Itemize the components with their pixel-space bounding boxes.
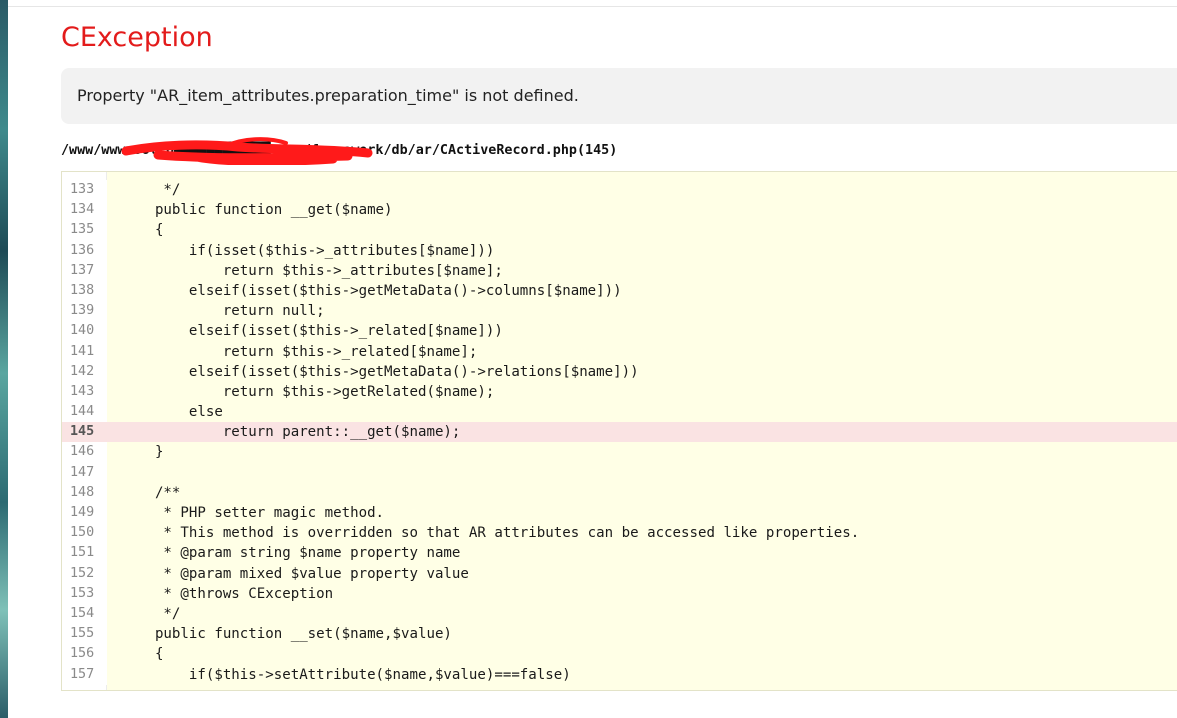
exception-message-box: Property "AR_item_attributes.preparation…	[61, 68, 1177, 124]
line-number: 141	[62, 341, 107, 362]
line-code-text: * @param string $name property name	[121, 545, 461, 562]
line-code-text: return $this->getRelated($name);	[121, 383, 495, 400]
code-line: 136 if(isset($this->_attributes[$name]))	[62, 240, 1177, 261]
code-line: 155 public function __set($name,$value)	[62, 624, 1177, 645]
line-code-text: public function __set($name,$value)	[121, 626, 452, 643]
line-number: 149	[62, 503, 107, 524]
line-number: 154	[62, 603, 107, 625]
code-line: 154 */	[62, 603, 1177, 625]
code-line: 139 return null;	[62, 301, 1177, 322]
exception-title: CException	[61, 22, 213, 53]
line-code-text: * @param mixed $value property value	[121, 565, 469, 582]
line-code-text: */	[121, 605, 181, 622]
code-line: 140 elseif(isset($this->_related[$name])…	[62, 321, 1177, 342]
line-number: 137	[62, 260, 107, 281]
line-code-text: * @throws CException	[121, 585, 334, 602]
code-line: 137 return $this->_attributes[$name];	[62, 260, 1177, 281]
line-code-text: * This method is overridden so that AR a…	[121, 525, 860, 542]
line-number: 156	[62, 644, 107, 665]
code-line: 148 /**	[62, 482, 1177, 504]
line-number: 140	[62, 321, 107, 342]
line-code-text: else	[121, 404, 223, 421]
line-number: 142	[62, 361, 107, 382]
code-line: 149 * PHP setter magic method.	[62, 503, 1177, 524]
line-code-text: if($this->setAttribute($name,$value)===f…	[121, 666, 571, 683]
line-number: 139	[62, 301, 107, 322]
desktop-wallpaper-edge	[0, 0, 8, 718]
line-number: 151	[62, 543, 107, 564]
line-number: 145	[62, 422, 107, 443]
code-line: 144 else	[62, 402, 1177, 423]
code-line: 150 * This method is overridden so that …	[62, 523, 1177, 544]
line-code-text: return $this->_attributes[$name];	[121, 262, 503, 279]
line-code-text: * PHP setter magic method.	[121, 505, 385, 521]
line-number: 134	[62, 200, 107, 221]
code-line-error: 145 return parent::__get($name);	[62, 422, 1177, 443]
line-code-text: if(isset($this->_attributes[$name]))	[121, 242, 495, 259]
line-number: 143	[62, 381, 107, 403]
line-number: 144	[62, 402, 107, 423]
line-code-text: return null;	[121, 303, 325, 320]
line-number: 138	[62, 280, 107, 302]
line-code-text: {	[121, 222, 164, 239]
line-code-text: elseif(isset($this->getMetaData()->relat…	[121, 363, 639, 380]
code-line: 151 * @param string $name property name	[62, 543, 1177, 564]
line-number: 152	[62, 563, 107, 584]
exception-message: Property "AR_item_attributes.preparation…	[77, 86, 579, 105]
code-line: 147	[62, 462, 1177, 483]
line-code-text: elseif(isset($this->getMetaData()->colum…	[121, 282, 622, 299]
line-code-text: {	[121, 646, 164, 663]
code-line: 138 elseif(isset($this->getMetaData()->c…	[62, 280, 1177, 302]
line-number: 133	[62, 180, 107, 201]
line-number: 135	[62, 220, 107, 241]
code-line: 142 elseif(isset($this->getMetaData()->r…	[62, 361, 1177, 382]
line-code-text: elseif(isset($this->_related[$name]))	[121, 323, 503, 340]
line-code-text: return $this->_related[$name];	[121, 343, 478, 360]
line-code-text: public function __get($name)	[121, 202, 393, 219]
code-line: 134 public function __get($name)	[62, 200, 1177, 221]
code-line: 135 {	[62, 220, 1177, 241]
line-number: 157	[62, 664, 107, 685]
code-line: 156 {	[62, 644, 1177, 665]
code-line: 157 if($this->setAttribute($name,$value)…	[62, 664, 1177, 685]
line-code-text: }	[121, 444, 164, 461]
line-code-text: */	[121, 182, 181, 198]
line-code-text: /**	[121, 484, 181, 501]
line-number: 153	[62, 583, 107, 604]
line-number: 136	[62, 240, 107, 261]
code-line: 152 * @param mixed $value property value	[62, 563, 1177, 584]
line-number: 150	[62, 523, 107, 544]
line-number: 148	[62, 482, 107, 504]
code-line: 133 */	[62, 180, 1177, 201]
line-number: 147	[62, 462, 107, 483]
line-code-text: return parent::__get($name);	[121, 424, 461, 441]
code-line: 146 }	[62, 442, 1177, 463]
line-number: 155	[62, 624, 107, 645]
code-lines: 133 */134 public function __get($name) 13…	[62, 180, 1177, 685]
code-line: 143 return $this->getRelated($name);	[62, 381, 1177, 403]
top-divider	[8, 6, 1177, 7]
source-file-path: /www/wwwroot/p████████████.com/framework…	[61, 143, 618, 158]
source-code-panel: 133 */134 public function __get($name) 13…	[61, 171, 1177, 691]
code-line: 153 * @throws CException	[62, 583, 1177, 604]
code-line: 141 return $this->_related[$name];	[62, 341, 1177, 362]
line-number: 146	[62, 442, 107, 463]
